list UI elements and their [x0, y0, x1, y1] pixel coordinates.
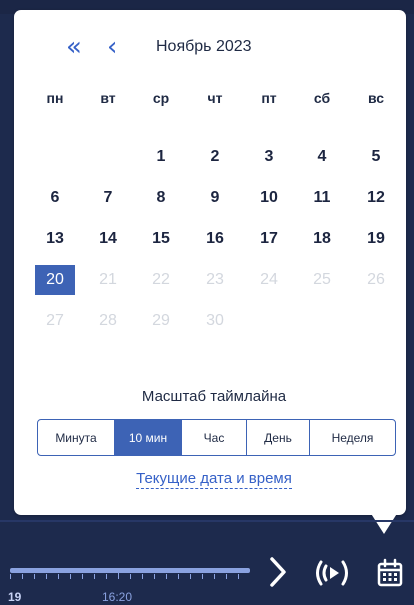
prev-month-button[interactable]: ‹ [107, 34, 117, 60]
timeline-scale-title: Масштаб таймлайна [141, 388, 287, 405]
chevron-right-icon [270, 557, 286, 587]
weekday-header: чт [207, 90, 223, 106]
scale-hour-button[interactable]: Час [182, 420, 247, 455]
timeline-tick [214, 574, 215, 579]
day-cell: 21 [99, 271, 117, 288]
day-cell[interactable]: 2 [195, 142, 235, 172]
day-cell-selected[interactable]: 20 [35, 265, 75, 295]
player-screen: « ‹ Ноябрь 2023 пн вт ср чт пт сб вс 123456789… [0, 0, 414, 605]
timeline-track[interactable] [10, 568, 250, 573]
timeline-tick [202, 574, 203, 579]
weekday-header: пн [46, 90, 64, 106]
timeline-tick [34, 574, 35, 579]
weekday-header: сб [313, 90, 331, 106]
timeline-top-border [0, 520, 414, 522]
day-cell[interactable]: 3 [249, 142, 289, 172]
calendar-button[interactable] [374, 556, 406, 590]
month-title: Ноябрь 2023 [156, 38, 252, 55]
timeline-tick [58, 574, 59, 579]
day-cell[interactable]: 11 [302, 183, 342, 213]
day-cell: 29 [152, 312, 170, 329]
day-cell[interactable]: 13 [35, 224, 75, 254]
current-datetime-label: Текущие дата и время [136, 470, 292, 489]
day-cell[interactable]: 14 [88, 224, 128, 254]
timeline-ticks [10, 571, 250, 580]
weekday-header: ср [152, 90, 170, 106]
day-cell: 23 [206, 271, 224, 288]
timeline-label-time: 16:20 [102, 590, 133, 604]
day-cell[interactable]: 15 [141, 224, 181, 254]
timeline-tick [166, 574, 167, 579]
day-cell[interactable]: 6 [35, 183, 75, 213]
day-cell: 26 [367, 271, 385, 288]
timeline-tick [142, 574, 143, 579]
timeline-tick [118, 571, 119, 579]
live-button[interactable] [312, 557, 352, 589]
weekday-header: пт [261, 90, 277, 106]
timeline-tick [154, 574, 155, 579]
timeline-tick [70, 574, 71, 579]
calendar-icon [377, 558, 403, 587]
timeline-tick [46, 574, 47, 579]
scale-day-button[interactable]: День [247, 420, 310, 455]
day-cell[interactable]: 5 [356, 142, 396, 172]
day-cell: 30 [206, 312, 224, 329]
day-cell[interactable]: 1 [141, 142, 181, 172]
timeline-scale-selector: Минута 10 мин Час День Неделя [37, 419, 396, 456]
day-cell: 28 [99, 312, 117, 329]
day-cell[interactable]: 4 [302, 142, 342, 172]
live-broadcast-icon [316, 560, 348, 586]
day-cell: 27 [46, 312, 64, 329]
day-cell[interactable]: 18 [302, 224, 342, 254]
timeline-tick [82, 574, 83, 579]
scale-week-button[interactable]: Неделя [310, 420, 395, 455]
day-cell[interactable]: 8 [141, 183, 181, 213]
timeline-label-left: 19 [8, 590, 22, 604]
timeline-tick [106, 574, 107, 579]
scale-minute-button[interactable]: Минута [38, 420, 115, 455]
day-cell[interactable]: 12 [356, 183, 396, 213]
day-cell[interactable]: 17 [249, 224, 289, 254]
day-cell: 24 [260, 271, 278, 288]
scale-10min-button[interactable]: 10 мин [115, 420, 182, 455]
current-datetime-link[interactable]: Текущие дата и время [0, 470, 414, 489]
day-cell[interactable]: 9 [195, 183, 235, 213]
timeline-tick [238, 574, 239, 579]
weekday-header: вт [100, 90, 116, 106]
day-cell[interactable]: 10 [249, 183, 289, 213]
prev-year-button[interactable]: « [66, 34, 82, 60]
popup-pointer [370, 512, 398, 534]
timeline-tick [10, 574, 11, 579]
day-cell[interactable]: 7 [88, 183, 128, 213]
day-cell: 22 [152, 271, 170, 288]
timeline-tick [226, 574, 227, 579]
weekday-header: вс [367, 90, 385, 106]
day-cell[interactable]: 16 [195, 224, 235, 254]
timeline-tick [130, 574, 131, 579]
day-cell[interactable]: 19 [356, 224, 396, 254]
timeline-tick [22, 574, 23, 579]
timeline-tick [190, 574, 191, 579]
next-button[interactable] [264, 554, 292, 590]
timeline-tick [178, 574, 179, 579]
date-picker-popup: « ‹ Ноябрь 2023 пн вт ср чт пт сб вс 123456789… [14, 10, 406, 515]
timeline-tick [94, 574, 95, 579]
day-cell: 25 [313, 271, 331, 288]
